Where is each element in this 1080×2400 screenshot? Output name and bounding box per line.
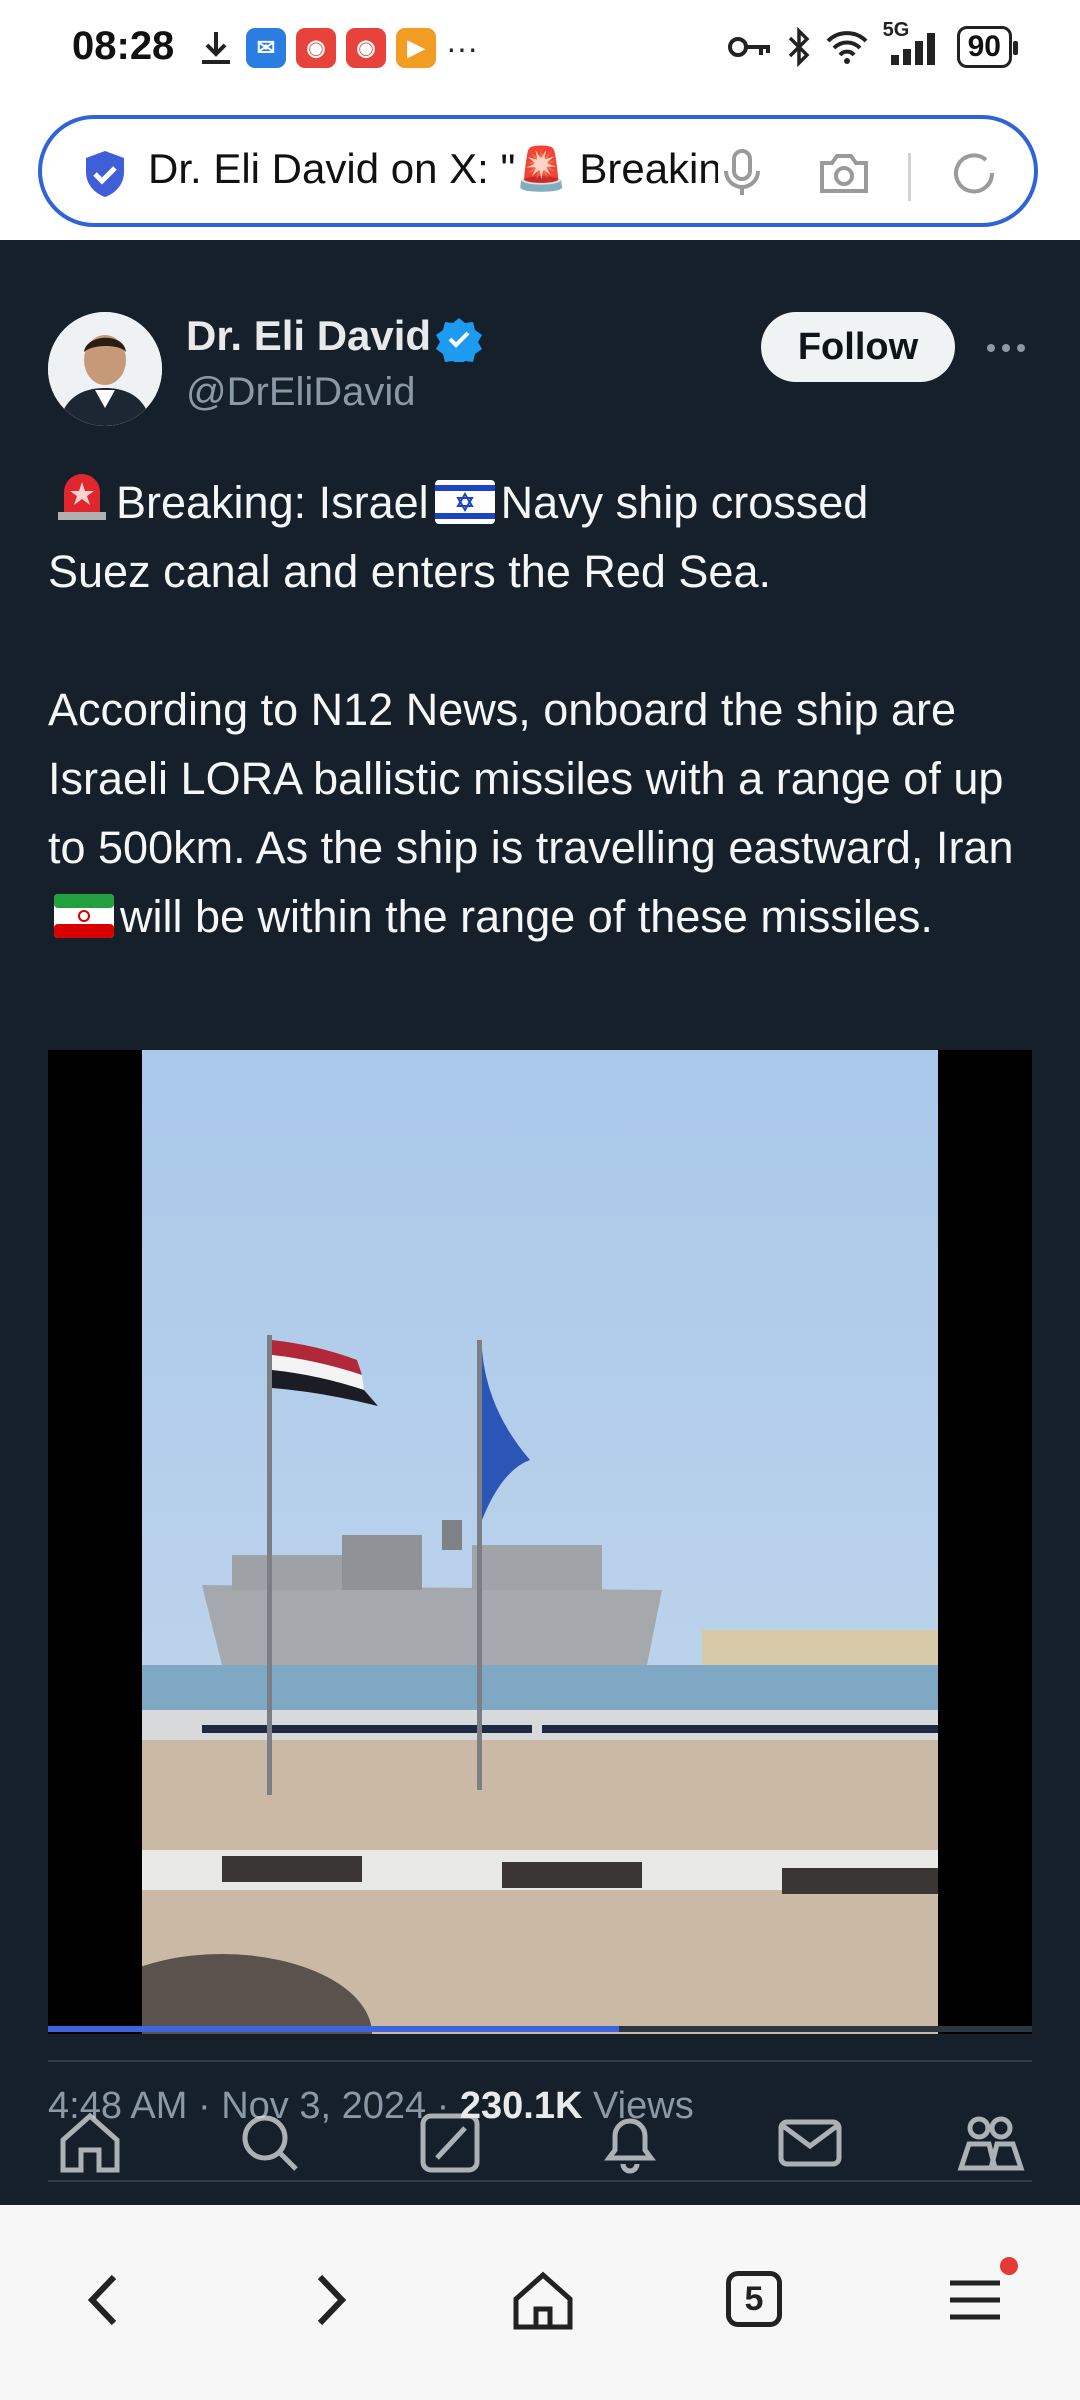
status-bar: 08:28 ✉ ◉ ◉ ▶ ··· 5G 90 [0, 0, 1080, 105]
tweet: Dr. Eli David @DrEliDavid Follow Breakin… [0, 240, 1080, 2205]
iran-flag-icon [54, 894, 114, 938]
messages-icon[interactable] [775, 2108, 845, 2178]
url-text[interactable]: Dr. Eli David on X: "🚨 Breaking: Israel … [148, 145, 718, 194]
avatar[interactable] [48, 312, 162, 426]
camera-icon[interactable] [816, 145, 872, 201]
tweet-text-paragraph: According to N12 News, onboard the ship … [48, 684, 1016, 873]
divider [908, 153, 911, 201]
app-notification-icon: ✉ [246, 28, 286, 68]
notifications-icon[interactable] [595, 2108, 665, 2178]
tweet-text-breaking: Breaking: Israel [116, 477, 429, 528]
play-notification-icon: ▶ [396, 28, 436, 68]
home-icon[interactable] [508, 2265, 578, 2335]
tweet-text-paragraph-end: will be within the range of these missil… [120, 891, 933, 942]
app-bottom-nav [0, 2080, 1080, 2205]
status-time: 08:28 [72, 24, 175, 68]
browser-bottom-bar: 5 [0, 2205, 1080, 2400]
video-frame[interactable] [142, 1050, 938, 2034]
shield-icon[interactable] [82, 149, 128, 199]
address-bar[interactable]: Dr. Eli David on X: "🚨 Breaking: Israel … [38, 115, 1038, 227]
wifi-icon [826, 31, 868, 64]
video-progress-fill [48, 2026, 619, 2032]
video-progress-bar[interactable] [48, 2026, 1032, 2032]
menu-icon[interactable] [940, 2265, 1010, 2335]
status-right: 5G 90 [727, 19, 1019, 68]
more-options-icon[interactable] [984, 326, 1028, 370]
download-icon [202, 32, 230, 64]
follow-button[interactable]: Follow [761, 312, 955, 382]
video-still-image [142, 1050, 938, 2034]
app-notification-icon: ◉ [346, 28, 386, 68]
tweet-text-line2: Suez canal and enters the Red Sea. [48, 546, 771, 597]
back-icon[interactable] [70, 2265, 140, 2335]
tabs-button[interactable]: 5 [726, 2271, 782, 2327]
communities-icon[interactable] [955, 2108, 1025, 2178]
signal-icon: 5G [883, 19, 943, 67]
forward-icon[interactable] [294, 2265, 364, 2335]
author-handle[interactable]: @DrEliDavid [186, 370, 416, 415]
grok-icon[interactable] [415, 2108, 485, 2178]
bluetooth-icon [788, 27, 810, 67]
more-notifications-icon: ··· [446, 29, 478, 66]
verified-badge-icon [436, 318, 482, 362]
app-notification-icon: ◉ [296, 28, 336, 68]
author-name[interactable]: Dr. Eli David [186, 312, 431, 360]
search-icon[interactable] [235, 2108, 305, 2178]
divider [48, 2060, 1032, 2062]
home-icon[interactable] [55, 2108, 125, 2178]
microphone-icon[interactable] [714, 145, 770, 201]
israel-flag-icon [434, 480, 495, 524]
reload-icon[interactable] [946, 145, 1002, 201]
siren-emoji-icon [58, 474, 106, 520]
tweet-text-navy: Navy ship crossed [500, 477, 869, 528]
tweet-video[interactable] [48, 1050, 1032, 2034]
browser-toolbar: Dr. Eli David on X: "🚨 Breaking: Israel … [0, 105, 1080, 240]
notification-icons: ✉ ◉ ◉ ▶ ··· [196, 28, 478, 68]
key-icon [727, 37, 770, 57]
tweet-text: Breaking: Israel Navy ship crossed Suez c… [48, 468, 1048, 951]
battery-indicator: 90 [956, 26, 1019, 68]
notification-dot [1000, 2257, 1018, 2275]
